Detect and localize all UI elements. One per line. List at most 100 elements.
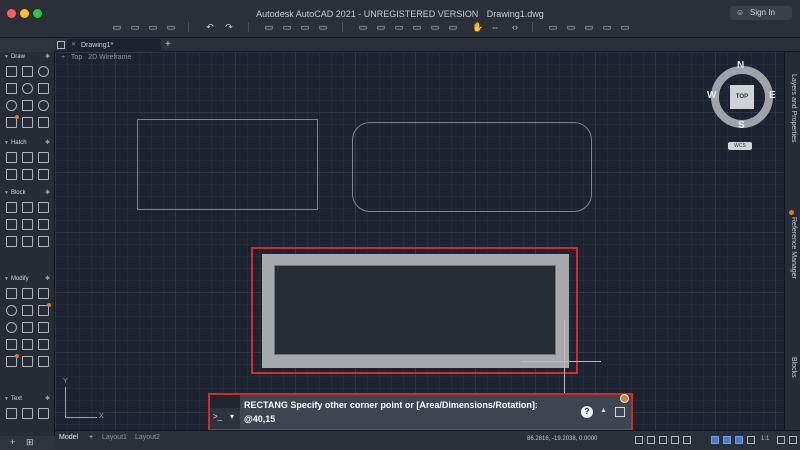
gear-icon[interactable]: ✱ xyxy=(45,52,50,62)
ortho-toggle[interactable] xyxy=(659,436,667,444)
command-input-text[interactable]: @40,15 xyxy=(244,414,275,424)
properties-icon[interactable]: ▭ xyxy=(394,22,404,32)
gear-icon[interactable]: ✱ xyxy=(45,188,50,198)
wcs-menu[interactable]: WCS xyxy=(728,142,752,150)
define-attributes-tool[interactable] xyxy=(6,219,17,230)
hatch-tool[interactable] xyxy=(6,152,17,163)
add-layout-icon[interactable]: + xyxy=(89,434,93,441)
pan-icon[interactable]: ✋ xyxy=(472,22,483,32)
match-properties-icon[interactable]: ▭ xyxy=(548,22,558,32)
add-icon[interactable]: + xyxy=(10,437,15,447)
edit-block-tool[interactable] xyxy=(38,202,49,213)
circle-tool[interactable] xyxy=(38,66,49,77)
plot-icon[interactable]: ▭ xyxy=(264,22,274,32)
markup-icon[interactable]: ▭ xyxy=(448,22,458,32)
orbit-icon[interactable]: ‹› xyxy=(510,22,520,32)
publish-icon[interactable]: ▭ xyxy=(300,22,310,32)
section-text[interactable]: ▼ Text ✱ xyxy=(4,394,52,404)
dynamic-input-toggle[interactable] xyxy=(711,436,719,444)
customize-icon[interactable] xyxy=(789,436,797,444)
write-block-tool[interactable] xyxy=(6,236,17,247)
polyline-tool[interactable] xyxy=(22,66,33,77)
notification-badge[interactable] xyxy=(620,394,629,403)
redo-icon[interactable]: ↷ xyxy=(224,22,234,32)
help-button[interactable]: ? xyxy=(581,406,593,418)
close-icon[interactable]: ✕ xyxy=(71,39,76,52)
explode-tool[interactable] xyxy=(6,354,19,367)
copy-tool[interactable] xyxy=(22,288,33,299)
donut-tool[interactable] xyxy=(38,100,49,111)
arc-tool[interactable] xyxy=(22,83,33,94)
polygon-tool[interactable] xyxy=(38,83,49,94)
extend-tool[interactable] xyxy=(22,339,33,350)
chevron-up-icon[interactable]: ▲ xyxy=(600,407,607,414)
grid-toggle[interactable] xyxy=(635,436,643,444)
workspace-icon[interactable] xyxy=(777,436,785,444)
tab-layout2[interactable]: Layout2 xyxy=(135,434,160,441)
settings-icon[interactable]: ⊞ xyxy=(26,437,34,448)
tab-drawing1[interactable]: ✕ Drawing1* xyxy=(67,39,161,52)
text-style-tool[interactable] xyxy=(38,408,49,419)
rectangle-preview-inner[interactable] xyxy=(274,265,556,355)
rectangle-tool[interactable] xyxy=(6,83,17,94)
save-icon[interactable]: ▭ xyxy=(148,22,158,32)
command-line[interactable]: >_ ▾ RECTANG Specify other corner point … xyxy=(208,393,633,431)
edit-attributes-tool[interactable] xyxy=(22,219,33,230)
layer-icon[interactable]: ▭ xyxy=(376,22,386,32)
boundary-tool[interactable] xyxy=(38,152,49,163)
compass-north[interactable]: N xyxy=(737,60,744,71)
viewport-menu-icon[interactable]: + xyxy=(61,54,65,61)
attribute-manager-tool[interactable] xyxy=(38,219,49,230)
viewcube-face[interactable]: TOP xyxy=(730,85,754,109)
share-icon[interactable] xyxy=(615,407,625,417)
gear-icon[interactable]: ✱ xyxy=(45,138,50,148)
sheet-set-icon[interactable]: ▭ xyxy=(358,22,368,32)
section-draw[interactable]: ▼ Draw ✱ xyxy=(4,52,52,62)
section-block[interactable]: ▼ Block ✱ xyxy=(4,188,52,198)
array-tool[interactable] xyxy=(22,322,33,333)
measure-icon[interactable]: ▭ xyxy=(584,22,594,32)
rotate-tool[interactable] xyxy=(6,305,17,316)
erase-tool[interactable] xyxy=(38,356,49,367)
block-palette-tool[interactable] xyxy=(22,236,33,247)
tab-grid-icon[interactable] xyxy=(57,41,65,49)
view-label[interactable]: Top xyxy=(71,54,82,61)
save-as-icon[interactable]: ▭ xyxy=(166,22,176,32)
rectangle-shape[interactable] xyxy=(137,119,318,210)
visual-style-label[interactable]: 2D Wireframe xyxy=(88,54,131,61)
reference-manager-tab[interactable]: Reference Manager xyxy=(790,217,797,279)
selection-cycling-toggle[interactable] xyxy=(747,436,755,444)
blocks-tab[interactable]: Blocks xyxy=(790,357,797,378)
viewport-controls[interactable]: + Top 2D Wireframe xyxy=(61,54,135,61)
dropdown-icon[interactable]: ▾ xyxy=(230,412,234,421)
trim-tool[interactable] xyxy=(6,339,17,350)
undo-icon[interactable]: ↶ xyxy=(205,22,215,32)
section-hatch[interactable]: ▼ Hatch ✱ xyxy=(4,138,52,148)
region-tool[interactable] xyxy=(6,169,17,180)
gradient-tool[interactable] xyxy=(22,152,33,163)
gear-icon[interactable]: ✱ xyxy=(45,274,50,284)
offset-tool[interactable] xyxy=(38,322,49,333)
spline-tool[interactable] xyxy=(22,100,33,111)
point-tool[interactable] xyxy=(38,117,49,128)
plus-icon[interactable]: + xyxy=(165,38,171,52)
fillet-tool[interactable] xyxy=(6,322,17,333)
osnap-toggle[interactable] xyxy=(683,436,691,444)
plot-preview-icon[interactable]: ▭ xyxy=(282,22,292,32)
command-prompt[interactable]: >_ ▾ xyxy=(210,395,240,429)
move-tool[interactable] xyxy=(6,288,17,299)
tab-layout1[interactable]: Layout1 xyxy=(102,434,127,441)
design-center-icon[interactable]: ▭ xyxy=(412,22,422,32)
insert-block-tool[interactable] xyxy=(6,202,17,213)
gear-icon[interactable]: ✱ xyxy=(45,394,50,404)
layers-properties-tab[interactable]: Layers and Properties xyxy=(790,74,797,142)
ellipse-tool[interactable] xyxy=(6,100,17,111)
sign-in-button[interactable]: ☺ Sign In xyxy=(730,6,792,20)
wipeout-tool[interactable] xyxy=(22,169,33,180)
drawing-viewport[interactable]: + Top 2D Wireframe Y X TOP N S W E WCS xyxy=(55,52,784,430)
transparency-toggle[interactable] xyxy=(735,436,743,444)
rounded-rectangle-shape[interactable] xyxy=(352,122,592,212)
section-modify[interactable]: ▼ Modify ✱ xyxy=(4,274,52,284)
multiline-text-tool[interactable] xyxy=(6,408,17,419)
break-tool[interactable] xyxy=(38,339,49,350)
